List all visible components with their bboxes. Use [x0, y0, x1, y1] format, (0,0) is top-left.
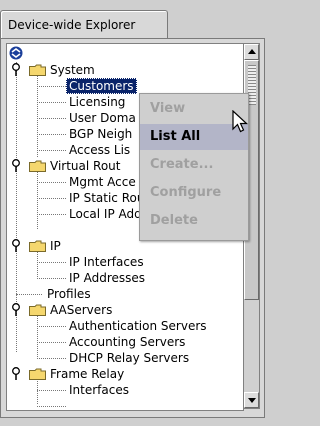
folder-icon — [29, 64, 46, 76]
mouse-pointer-icon — [232, 110, 249, 133]
menu-item-delete[interactable]: Delete — [140, 208, 248, 234]
menu-item-create[interactable]: Create... — [140, 152, 248, 178]
folder-icon — [29, 368, 46, 380]
expand-handle-icon[interactable] — [10, 239, 22, 253]
tree-node-bgp-neighbors[interactable]: BGP Neigh — [66, 126, 135, 142]
tree-connector — [37, 182, 66, 183]
tree-node-licensing[interactable]: Licensing — [66, 94, 128, 110]
expand-handle-icon[interactable] — [10, 159, 22, 173]
tree-guide-line — [37, 312, 38, 357]
tree-node-virtual-routers[interactable]: Virtual Rout — [47, 158, 123, 174]
tree-guide-line — [37, 72, 38, 157]
tree-node-user-domains[interactable]: User Doma — [66, 110, 139, 126]
menu-item-configure[interactable]: Configure — [140, 180, 248, 206]
tree-node-customers[interactable]: Customers — [66, 78, 137, 94]
tree-node-accounting-servers[interactable]: Accounting Servers — [66, 334, 188, 350]
tree-node-access-lists[interactable]: Access Lis — [66, 142, 133, 158]
tree-connector — [37, 390, 66, 391]
expand-handle-icon[interactable] — [10, 303, 22, 317]
tree-connector — [37, 342, 66, 343]
tree-node-dhcp-relay-servers[interactable]: DHCP Relay Servers — [66, 350, 192, 366]
tree-connector — [37, 150, 66, 151]
tree-connector — [37, 102, 66, 103]
tree-node-interfaces[interactable]: Interfaces — [66, 382, 132, 398]
root-network-icon — [9, 46, 23, 60]
tree-connector — [37, 134, 66, 135]
folder-icon — [29, 240, 46, 252]
expand-handle-icon[interactable] — [10, 63, 22, 77]
tree-node-frame-relay[interactable]: Frame Relay — [47, 366, 127, 382]
tree-connector — [37, 86, 66, 87]
tree-node-authentication-servers[interactable]: Authentication Servers — [66, 318, 210, 334]
tree-connector — [37, 262, 66, 263]
grip-icon — [248, 65, 256, 105]
tree-node-ip[interactable]: IP — [47, 238, 64, 254]
folder-icon — [29, 160, 46, 172]
scroll-down-button[interactable] — [244, 392, 259, 408]
tree-node-aaservers[interactable]: AAServers — [47, 302, 115, 318]
tree-connector — [37, 118, 66, 119]
tree-connector — [37, 278, 66, 279]
tree-connector — [37, 198, 66, 199]
tree-connector — [37, 214, 66, 215]
tree-node-profiles[interactable]: Profiles — [44, 286, 94, 302]
arrow-down-icon — [248, 398, 256, 403]
tree-node-ip-interfaces[interactable]: IP Interfaces — [66, 254, 147, 270]
folder-icon — [29, 304, 46, 316]
scroll-up-button[interactable] — [244, 44, 259, 60]
tab-device-wide-explorer[interactable]: Device-wide Explorer — [0, 10, 168, 39]
tree-node-mgmt-access[interactable]: Mgmt Acce — [66, 174, 139, 190]
tree-connector — [37, 358, 66, 359]
expand-handle-icon[interactable] — [10, 367, 22, 381]
tree-connector — [16, 294, 42, 295]
tree-connector — [37, 406, 66, 407]
tab-label: Device-wide Explorer — [8, 18, 136, 32]
tree-node-system[interactable]: System — [47, 62, 98, 78]
tree-node-ip-addresses[interactable]: IP Addresses — [66, 270, 148, 286]
tree-connector — [37, 326, 66, 327]
arrow-up-icon — [248, 49, 256, 54]
